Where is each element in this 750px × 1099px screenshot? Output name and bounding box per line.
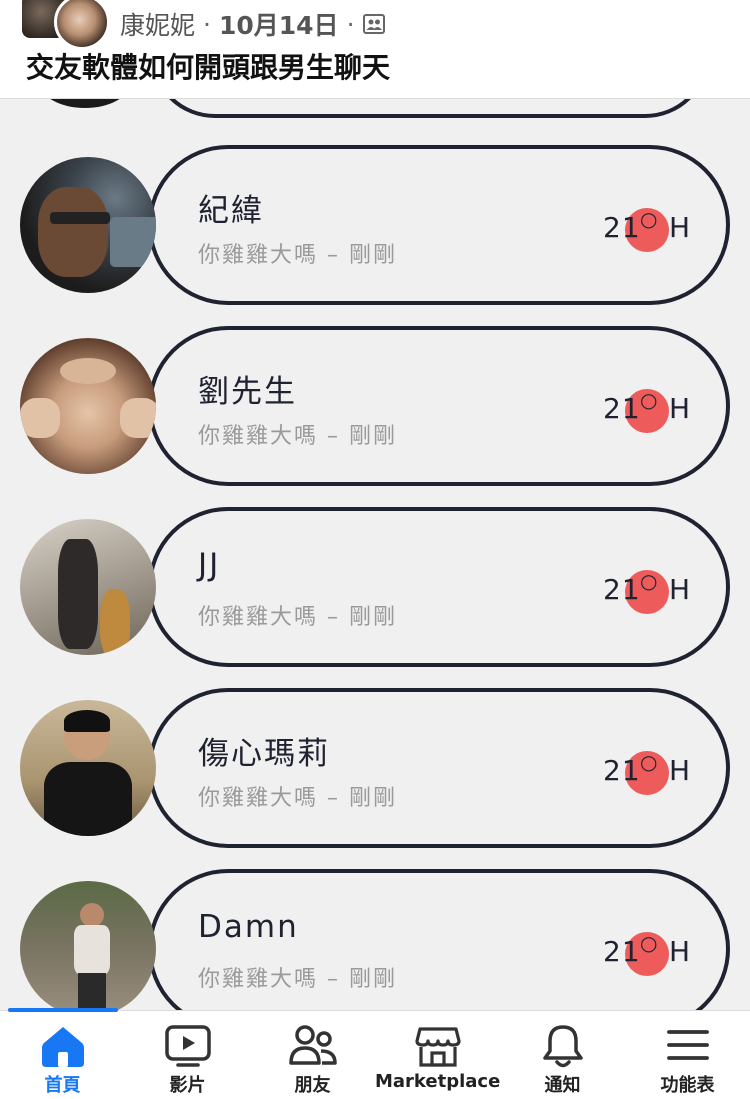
contact-name: JJ	[198, 547, 221, 583]
contact-name: 劉先生	[198, 374, 297, 410]
temperature-unit: H	[669, 573, 691, 606]
bottom-nav: 首頁 影片 朋友 Marketplace 通知 功能表	[0, 1008, 750, 1099]
tab-friends[interactable]: 朋友	[250, 1011, 375, 1099]
post-title: 交友軟體如何開頭跟男生聊天	[26, 51, 391, 84]
contact-name: 紀緯	[198, 193, 264, 229]
temperature-value: 21	[603, 935, 641, 968]
meta-separator: ·	[203, 9, 211, 39]
tab-home[interactable]: 首頁	[0, 1011, 125, 1099]
degree-symbol: ○	[640, 207, 658, 231]
avatar	[20, 519, 156, 655]
menu-icon	[666, 1030, 709, 1060]
temperature-badge: 21 ○ H	[603, 750, 703, 795]
post-meta: 康妮妮 · 10月14日 ·	[120, 6, 385, 42]
avatar	[20, 338, 156, 474]
chat-row[interactable]: 傷心瑪莉 你雞雞大嗎 – 剛剛 21 ○ H	[0, 688, 750, 848]
friends-icon	[288, 1025, 337, 1065]
meta-separator: ·	[346, 9, 355, 39]
chat-row[interactable]: 紀緯 你雞雞大嗎 – 剛剛 21 ○ H	[0, 145, 750, 305]
partial-avatar	[40, 98, 130, 108]
post-header: 康妮妮 · 10月14日 · 交友軟體如何開頭跟男生聊天	[0, 0, 750, 99]
degree-symbol: ○	[640, 388, 658, 412]
author-name[interactable]: 康妮妮	[120, 6, 195, 42]
temperature-badge: 21 ○ H	[603, 207, 703, 252]
avatar	[20, 700, 156, 836]
tab-video-label: 影片	[169, 1075, 206, 1096]
temperature-value: 21	[603, 392, 641, 425]
chat-row[interactable]: JJ 你雞雞大嗎 – 剛剛 21 ○ H	[0, 507, 750, 667]
temperature-badge: 21 ○ H	[603, 388, 703, 433]
temperature-value: 21	[603, 573, 641, 606]
tab-home-label: 首頁	[44, 1075, 81, 1096]
home-icon	[41, 1027, 84, 1067]
chat-list: 紀緯 你雞雞大嗎 – 剛剛 21 ○ H 劉先生 你雞雞大嗎 – 剛剛 21 ○…	[0, 98, 750, 1010]
tab-notifications-label: 通知	[544, 1075, 581, 1096]
tab-menu[interactable]: 功能表	[625, 1011, 750, 1099]
post-date[interactable]: 10月14日	[219, 6, 339, 42]
avatar	[20, 157, 156, 293]
avatar	[20, 881, 156, 1010]
temperature-unit: H	[669, 935, 691, 968]
temperature-unit: H	[669, 392, 691, 425]
temperature-badge: 21 ○ H	[603, 931, 703, 976]
tab-marketplace-label: Marketplace	[375, 1071, 501, 1092]
chat-row[interactable]: Damn 你雞雞大嗎 – 剛剛 21 ○ H	[0, 869, 750, 1010]
message-preview: 你雞雞大嗎 – 剛剛	[198, 605, 397, 630]
chat-row[interactable]: 劉先生 你雞雞大嗎 – 剛剛 21 ○ H	[0, 326, 750, 486]
author-avatar[interactable]	[54, 0, 110, 50]
message-preview: 你雞雞大嗎 – 剛剛	[198, 243, 397, 268]
tab-menu-label: 功能表	[660, 1075, 715, 1096]
temperature-value: 21	[603, 211, 641, 244]
degree-symbol: ○	[640, 931, 658, 955]
message-preview: 你雞雞大嗎 – 剛剛	[198, 786, 397, 811]
message-preview: 你雞雞大嗎 – 剛剛	[198, 424, 397, 449]
temperature-unit: H	[669, 754, 691, 787]
contact-name: 傷心瑪莉	[198, 736, 330, 772]
tab-notifications[interactable]: 通知	[500, 1011, 625, 1099]
contact-name: Damn	[198, 909, 299, 945]
degree-symbol: ○	[640, 569, 658, 593]
degree-symbol: ○	[640, 750, 658, 774]
partial-chat-pill	[150, 98, 710, 118]
message-preview: 你雞雞大嗎 – 剛剛	[198, 967, 397, 992]
tab-friends-label: 朋友	[294, 1075, 331, 1096]
temperature-unit: H	[669, 211, 691, 244]
temperature-badge: 21 ○ H	[603, 569, 703, 614]
tab-marketplace[interactable]: Marketplace	[375, 1011, 500, 1099]
temperature-value: 21	[603, 754, 641, 787]
shop-icon	[414, 1027, 461, 1067]
bell-icon	[542, 1025, 583, 1068]
tab-video[interactable]: 影片	[125, 1011, 250, 1099]
video-icon	[164, 1025, 211, 1067]
friends-audience-icon	[362, 14, 385, 34]
